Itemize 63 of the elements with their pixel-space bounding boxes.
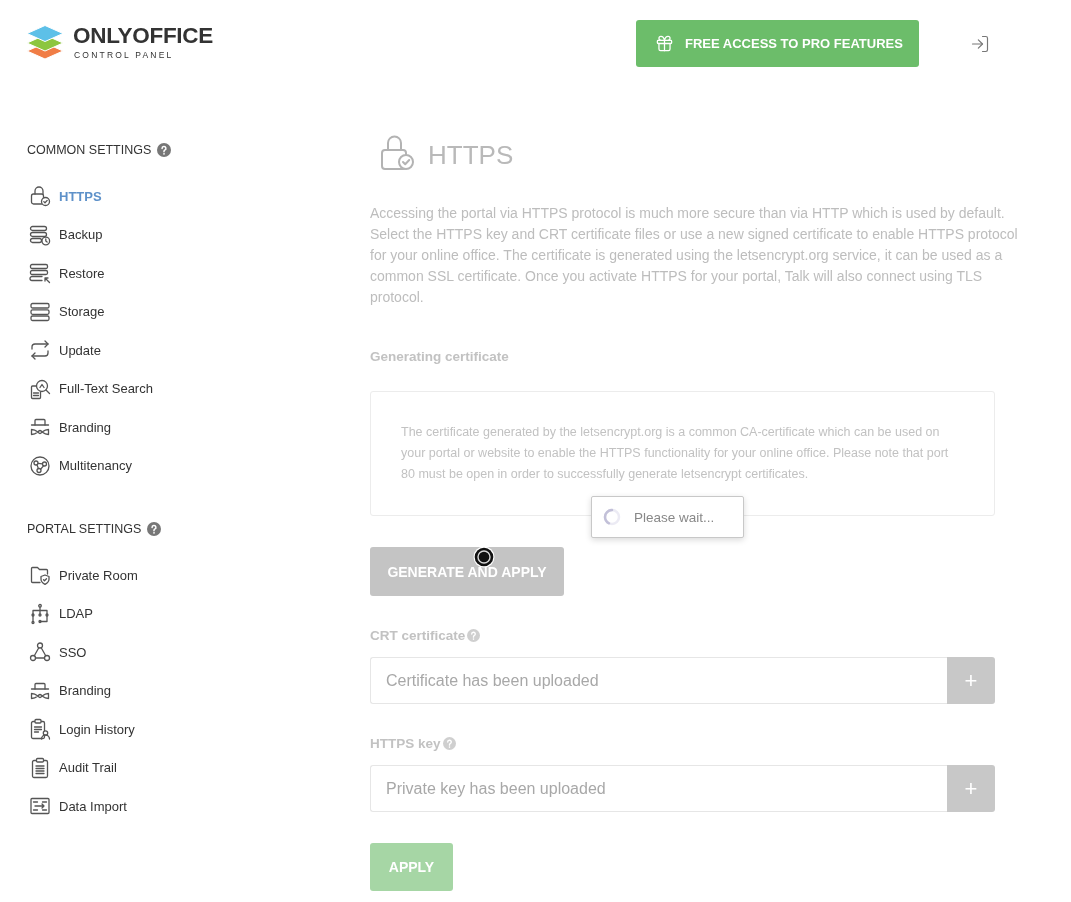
padlock-check-icon — [29, 185, 51, 208]
sidebar-item-label: Login History — [59, 721, 135, 737]
sidebar-item-label: Branding — [59, 683, 112, 699]
sidebar-item-label: HTTPS — [59, 188, 102, 204]
page-title: HTTPS — [428, 139, 514, 171]
logo-subtitle: CONTROL PANEL — [74, 50, 174, 60]
spinner-icon — [603, 508, 621, 526]
sidebar-item[interactable]: Full-Text Search — [27, 369, 153, 408]
file-field[interactable]: Private key has been uploaded — [370, 765, 947, 812]
description-text: Accessing the portal via HTTPS protocol is much more secure than via HTTP which is used by default. Select the HTTPS key and CRT certificate files or use a new signed certificate to enable HTTPS protocol for your online office. The certificate is generated using the letsencrypt.org service, it can be used as a common SSL certificate. Once you activate HTTPS for your portal, Talk will also connect using TLS protocol. — [370, 204, 1018, 307]
cursor-icon — [473, 546, 495, 568]
field-label: HTTPS key — [370, 735, 441, 751]
loading-text: Please wait... — [634, 509, 715, 525]
refresh-arrows-icon — [29, 339, 51, 362]
sidebar-item[interactable]: Restore — [27, 254, 105, 293]
section-title: PORTAL SETTINGS — [27, 521, 142, 538]
section-heading: Generating certificate — [370, 348, 509, 366]
sidebar-item-label: Branding — [59, 419, 112, 435]
sidebar-item-label: Audit Trail — [59, 760, 117, 776]
logo-icon — [26, 24, 64, 60]
sidebar-item-label: Restore — [59, 265, 105, 281]
clipboard-icon — [29, 756, 51, 779]
field-label: CRT certificate — [370, 627, 466, 643]
login-button[interactable] — [970, 34, 990, 54]
sidebar-item[interactable]: Backup — [27, 215, 103, 254]
server-arrow-icon — [29, 262, 51, 285]
section-title: COMMON SETTINGS — [27, 142, 152, 159]
globe-network-icon — [29, 454, 51, 477]
gift-icon — [655, 34, 674, 53]
sidebar-item[interactable]: Audit Trail — [27, 748, 117, 787]
sidebar-item-label: Backup — [59, 227, 103, 243]
sidebar-item-label: Private Room — [59, 567, 138, 583]
sidebar-item[interactable]: Storage — [27, 292, 105, 331]
sidebar-item[interactable]: LDAP — [27, 594, 93, 633]
sidebar-item-label: SSO — [59, 644, 87, 660]
sidebar-item-label: LDAP — [59, 606, 93, 622]
help-icon[interactable] — [157, 143, 172, 157]
folder-shield-icon — [29, 564, 51, 587]
server-clock-icon — [29, 223, 51, 246]
sidebar-item[interactable]: Multitenancy — [27, 446, 132, 485]
storage-icon — [29, 300, 51, 323]
login-icon — [970, 34, 990, 54]
clipboard-person-icon — [29, 718, 51, 741]
sidebar-item[interactable]: Branding — [27, 671, 112, 710]
hierarchy-icon — [29, 602, 51, 625]
document-search-icon — [29, 377, 51, 400]
triangle-nodes-icon — [29, 641, 51, 664]
sidebar-item-label: Storage — [59, 304, 105, 320]
sidebar-item-label: Data Import — [59, 798, 127, 814]
help-icon[interactable] — [147, 522, 162, 536]
sidebar-item-label: Update — [59, 342, 101, 358]
sidebar-item[interactable]: SSO — [27, 633, 87, 672]
sidebar-item[interactable]: Branding — [27, 408, 112, 447]
sidebar-item[interactable]: Login History — [27, 710, 135, 749]
file-field[interactable]: Certificate has been uploaded — [370, 657, 947, 704]
sidebar-item[interactable]: Update — [27, 331, 101, 370]
sidebar-item[interactable]: Data Import — [27, 787, 127, 826]
logo-wordmark: ONLYOFFICE — [73, 24, 213, 47]
sidebar-item-label: Full-Text Search — [59, 381, 153, 397]
sidebar-item[interactable]: Private Room — [27, 556, 138, 595]
note-text: The certificate generated by the letsencrypt.org is a common CA-certificate which can be used on your portal or website to enable the HTTPS functionality for your online office. Please note that port 80 must be open in order to successfully generate letsencrypt certificates. — [401, 424, 950, 483]
padlock-check-icon — [380, 135, 414, 171]
sidebar-item-label: Multitenancy — [59, 458, 132, 474]
